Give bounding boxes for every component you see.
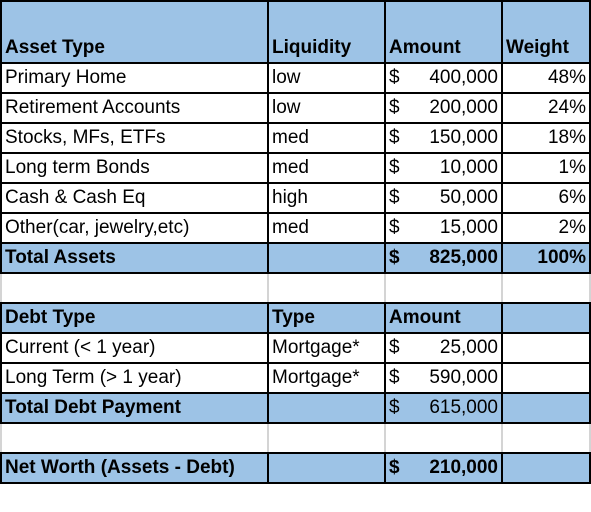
amount-value: 590,000 bbox=[429, 367, 498, 388]
empty-cell[interactable] bbox=[501, 272, 591, 304]
asset-type-cell[interactable]: Retirement Accounts bbox=[0, 92, 269, 124]
currency-symbol: $ bbox=[389, 187, 400, 208]
weight-cell[interactable]: 2% bbox=[501, 212, 591, 244]
currency-symbol: $ bbox=[389, 247, 400, 268]
liquidity-cell[interactable]: high bbox=[267, 182, 386, 214]
currency-symbol: $ bbox=[389, 337, 400, 358]
currency-symbol: $ bbox=[389, 97, 400, 118]
currency-symbol: $ bbox=[389, 457, 400, 478]
currency-symbol: $ bbox=[389, 67, 400, 88]
amount-value: 150,000 bbox=[429, 127, 498, 148]
asset-type-cell[interactable]: Primary Home bbox=[0, 62, 269, 94]
asset-row: Cash & Cash Eq high $50,000 6% bbox=[0, 182, 591, 214]
net-worth-amount[interactable]: $210,000 bbox=[384, 452, 503, 484]
header-liquidity[interactable]: Liquidity bbox=[267, 0, 386, 64]
asset-type-cell[interactable]: Other(car, jewelry,etc) bbox=[0, 212, 269, 244]
amount-cell[interactable]: $590,000 bbox=[384, 362, 503, 394]
currency-symbol: $ bbox=[389, 397, 400, 418]
weight-cell[interactable]: 48% bbox=[501, 62, 591, 94]
assets-header-row: Asset Type Liquidity Amount Weight bbox=[0, 0, 591, 64]
header-weight[interactable]: Weight bbox=[501, 0, 591, 64]
total-assets-weight[interactable]: 100% bbox=[501, 242, 591, 274]
empty-cell[interactable] bbox=[501, 392, 591, 424]
amount-value: 25,000 bbox=[439, 337, 498, 358]
amount-cell[interactable]: $200,000 bbox=[384, 92, 503, 124]
empty-cell[interactable] bbox=[267, 242, 386, 274]
header-amount[interactable]: Amount bbox=[384, 302, 503, 334]
liquidity-cell[interactable]: med bbox=[267, 212, 386, 244]
currency-symbol: $ bbox=[389, 367, 400, 388]
empty-cell[interactable] bbox=[501, 302, 591, 334]
total-assets-amount[interactable]: $825,000 bbox=[384, 242, 503, 274]
debt-type-cell[interactable]: Current (< 1 year) bbox=[0, 332, 269, 364]
empty-cell[interactable] bbox=[0, 272, 269, 304]
amount-cell[interactable]: $10,000 bbox=[384, 152, 503, 184]
asset-row: Other(car, jewelry,etc) med $15,000 2% bbox=[0, 212, 591, 244]
weight-cell[interactable]: 1% bbox=[501, 152, 591, 184]
blank-row bbox=[0, 272, 591, 304]
total-debt-row: Total Debt Payment $615,000 bbox=[0, 392, 591, 424]
empty-cell[interactable] bbox=[501, 452, 591, 484]
amount-value: 825,000 bbox=[429, 247, 498, 268]
asset-row: Stocks, MFs, ETFs med $150,000 18% bbox=[0, 122, 591, 154]
header-amount[interactable]: Amount bbox=[384, 0, 503, 64]
empty-cell[interactable] bbox=[501, 332, 591, 364]
asset-row: Long term Bonds med $10,000 1% bbox=[0, 152, 591, 184]
debt-row: Current (< 1 year) Mortgage* $25,000 bbox=[0, 332, 591, 364]
amount-value: 615,000 bbox=[429, 397, 498, 418]
asset-row: Primary Home low $400,000 48% bbox=[0, 62, 591, 94]
liquidity-cell[interactable]: med bbox=[267, 122, 386, 154]
amount-value: 400,000 bbox=[429, 67, 498, 88]
debt-type-cell[interactable]: Long Term (> 1 year) bbox=[0, 362, 269, 394]
total-debt-amount[interactable]: $615,000 bbox=[384, 392, 503, 424]
asset-type-cell[interactable]: Long term Bonds bbox=[0, 152, 269, 184]
debts-header-row: Debt Type Type Amount bbox=[0, 302, 591, 334]
amount-value: 210,000 bbox=[429, 457, 498, 478]
amount-value: 15,000 bbox=[439, 217, 498, 238]
amount-cell[interactable]: $400,000 bbox=[384, 62, 503, 94]
asset-type-cell[interactable]: Stocks, MFs, ETFs bbox=[0, 122, 269, 154]
net-worth-row: Net Worth (Assets - Debt) $210,000 bbox=[0, 452, 591, 484]
empty-cell[interactable] bbox=[267, 392, 386, 424]
liquidity-cell[interactable]: med bbox=[267, 152, 386, 184]
empty-cell[interactable] bbox=[384, 422, 503, 454]
empty-cell[interactable] bbox=[501, 422, 591, 454]
currency-symbol: $ bbox=[389, 217, 400, 238]
amount-value: 10,000 bbox=[439, 157, 498, 178]
header-type[interactable]: Type bbox=[267, 302, 386, 334]
amount-value: 50,000 bbox=[439, 187, 498, 208]
empty-cell[interactable] bbox=[267, 272, 386, 304]
liquidity-cell[interactable]: low bbox=[267, 92, 386, 124]
amount-cell[interactable]: $25,000 bbox=[384, 332, 503, 364]
amount-cell[interactable]: $50,000 bbox=[384, 182, 503, 214]
empty-cell[interactable] bbox=[0, 422, 269, 454]
weight-cell[interactable]: 24% bbox=[501, 92, 591, 124]
debt-kind-cell[interactable]: Mortgage* bbox=[267, 362, 386, 394]
empty-cell[interactable] bbox=[501, 362, 591, 394]
net-worth-sheet: Asset Type Liquidity Amount Weight Prima… bbox=[0, 0, 591, 484]
blank-row bbox=[0, 422, 591, 454]
asset-type-cell[interactable]: Cash & Cash Eq bbox=[0, 182, 269, 214]
liquidity-cell[interactable]: low bbox=[267, 62, 386, 94]
total-debt-label[interactable]: Total Debt Payment bbox=[0, 392, 269, 424]
total-assets-label[interactable]: Total Assets bbox=[0, 242, 269, 274]
weight-cell[interactable]: 18% bbox=[501, 122, 591, 154]
empty-cell[interactable] bbox=[267, 452, 386, 484]
debt-row: Long Term (> 1 year) Mortgage* $590,000 bbox=[0, 362, 591, 394]
amount-cell[interactable]: $150,000 bbox=[384, 122, 503, 154]
total-assets-row: Total Assets $825,000 100% bbox=[0, 242, 591, 274]
header-asset-type[interactable]: Asset Type bbox=[0, 0, 269, 64]
empty-cell[interactable] bbox=[267, 422, 386, 454]
asset-row: Retirement Accounts low $200,000 24% bbox=[0, 92, 591, 124]
empty-cell[interactable] bbox=[384, 272, 503, 304]
currency-symbol: $ bbox=[389, 157, 400, 178]
net-worth-label[interactable]: Net Worth (Assets - Debt) bbox=[0, 452, 269, 484]
header-debt-type[interactable]: Debt Type bbox=[0, 302, 269, 334]
debt-kind-cell[interactable]: Mortgage* bbox=[267, 332, 386, 364]
amount-cell[interactable]: $15,000 bbox=[384, 212, 503, 244]
currency-symbol: $ bbox=[389, 127, 400, 148]
amount-value: 200,000 bbox=[429, 97, 498, 118]
weight-cell[interactable]: 6% bbox=[501, 182, 591, 214]
